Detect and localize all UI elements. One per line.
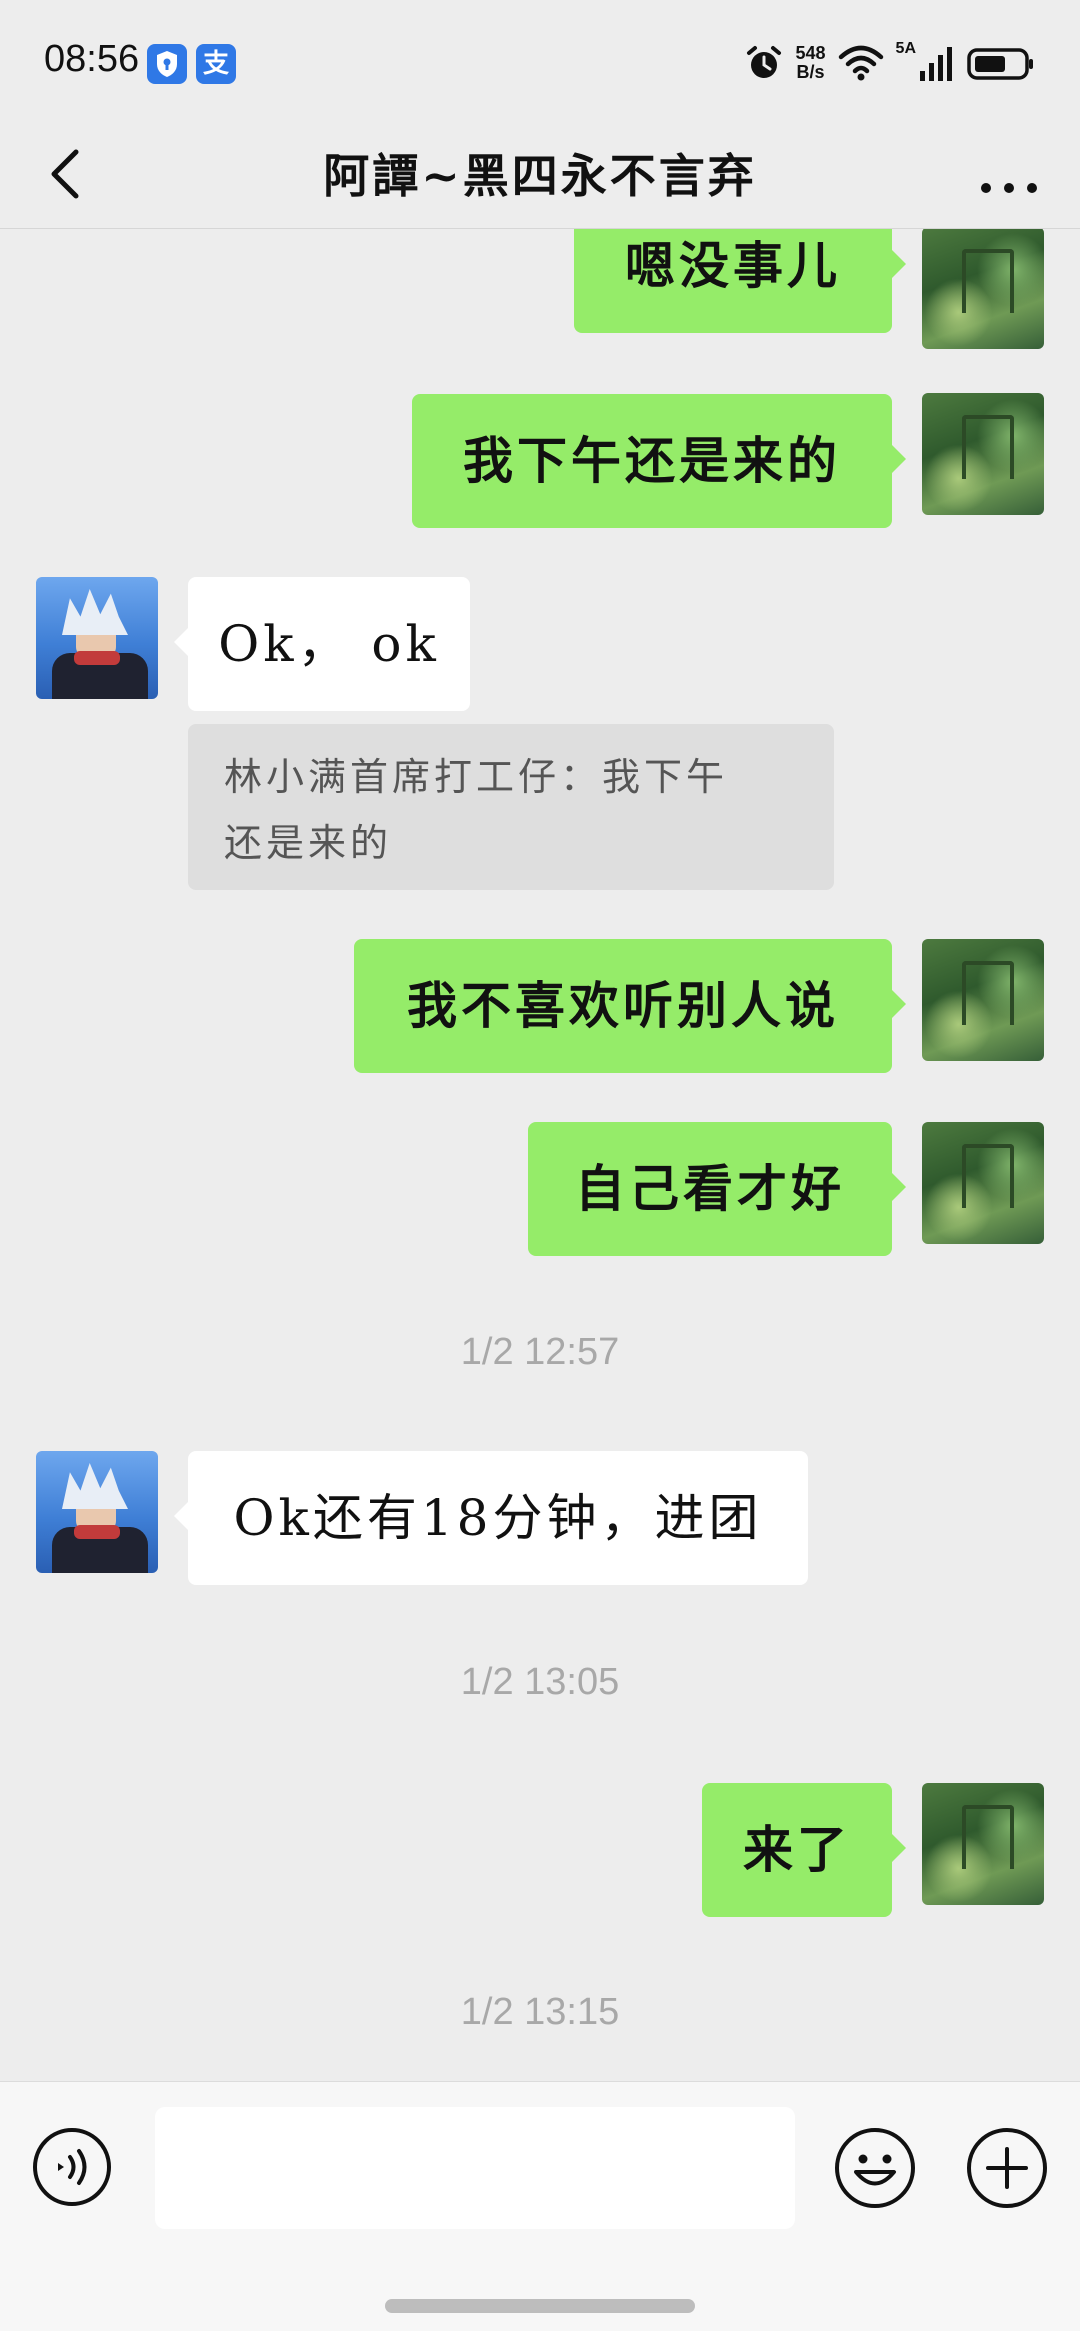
home-indicator[interactable]: [385, 2299, 695, 2313]
message-bubble-self[interactable]: 我下午还是来的: [412, 394, 906, 528]
contact-avatar[interactable]: [36, 1451, 158, 1573]
input-bar: [0, 2081, 1080, 2331]
network-speed-unit: B/s: [796, 62, 825, 82]
wifi-icon: [838, 45, 883, 81]
status-time: 08:56: [44, 38, 140, 80]
message-bubble-other[interactable]: Ok， ok: [174, 577, 470, 711]
alarm-icon: [746, 46, 781, 78]
shield-icon: [147, 44, 187, 84]
network-speed-value: 548: [795, 43, 826, 63]
more-icon[interactable]: [974, 142, 1044, 206]
contact-avatar[interactable]: [36, 577, 158, 699]
self-avatar[interactable]: [922, 1122, 1044, 1244]
message-bubble-self[interactable]: 来了: [702, 1783, 906, 1917]
self-avatar[interactable]: [922, 1783, 1044, 1905]
quoted-message-line: 林小满首席打工仔：我下午: [224, 755, 729, 799]
message-timestamp: 1/2 13:15: [460, 1991, 620, 2033]
voice-icon[interactable]: [32, 2127, 112, 2207]
alipay-icon: 支: [196, 44, 236, 84]
message-bubble-self[interactable]: 嗯没事儿: [574, 229, 906, 333]
self-avatar[interactable]: [922, 393, 1044, 515]
message-bubble-self[interactable]: 自己看才好: [528, 1122, 906, 1256]
self-avatar[interactable]: [922, 939, 1044, 1061]
message-timestamp: 1/2 13:05: [460, 1661, 620, 1703]
network-speed: 548 B/s: [796, 44, 826, 82]
network-type: 5A: [895, 40, 916, 57]
emoji-icon[interactable]: [834, 2127, 916, 2209]
battery-icon: [967, 48, 1033, 80]
chevron-left-icon[interactable]: [36, 142, 96, 206]
message-list[interactable]: 嗯没事儿 我下午还是来的 Ok， ok 林小满首席打工仔：我下午 还是来的 我不…: [0, 229, 1080, 2081]
signal-icon: [920, 47, 952, 81]
quoted-message[interactable]: 林小满首席打工仔：我下午 还是来的: [188, 724, 834, 890]
status-bar: 08:56 支 548 B/s 5A: [0, 0, 1080, 120]
quoted-message-line: 还是来的: [224, 821, 393, 865]
message-bubble-self[interactable]: 我不喜欢听别人说: [354, 939, 906, 1073]
chat-title: 阿譚~黑四永不言弃: [323, 149, 757, 203]
message-timestamp: 1/2 12:57: [460, 1331, 620, 1373]
plus-icon[interactable]: [966, 2127, 1048, 2209]
message-input[interactable]: [155, 2107, 795, 2229]
status-icons: 548 B/s 5A: [744, 40, 1037, 86]
chat-header: 阿譚~黑四永不言弃: [0, 120, 1080, 229]
self-avatar[interactable]: [922, 229, 1044, 349]
message-bubble-other[interactable]: Ok还有18分钟，进团: [174, 1451, 808, 1585]
